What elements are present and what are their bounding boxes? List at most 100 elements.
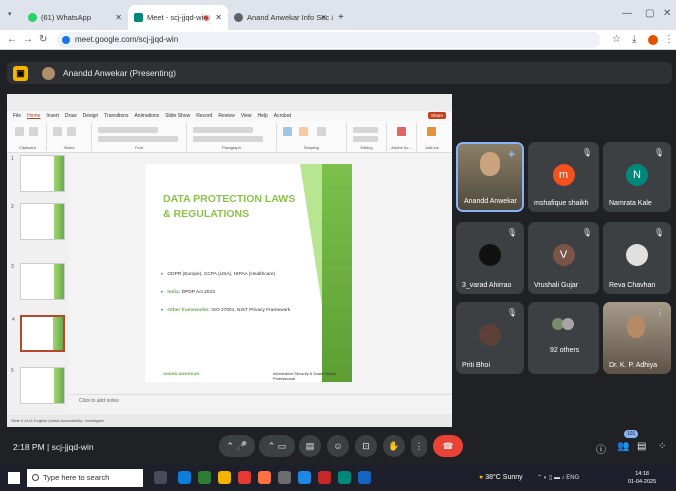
back-icon[interactable]: ← [7,34,17,46]
tab-anand[interactable]: Anand Anwekar Info Sec & Da ✕ [228,5,333,30]
slide-thumb-2[interactable]: 2 [11,203,65,240]
close-tab-icon[interactable]: ✕ [115,13,122,22]
word-icon[interactable] [358,471,371,484]
ribbon-group-drawing: Drawing [277,123,347,151]
menu-home[interactable]: Home [27,113,40,119]
taskbar-search[interactable]: Type here to search [27,469,143,487]
search-placeholder: Type here to search [43,473,110,482]
close-window-icon[interactable]: ✕ [663,8,671,20]
menu-file[interactable]: File [13,113,21,119]
tab-menu-icon[interactable]: ▾ [8,9,12,21]
weather-widget[interactable]: ● 38°C Sunny [479,474,523,481]
app-icon[interactable] [278,471,291,484]
tile-reva-chavhan[interactable]: 🎙 Reva Chavhan [603,222,671,294]
captions-button[interactable]: ▤ [299,435,321,457]
tile-varad-ahirrao[interactable]: 🎙 3_varad Ahirrao [456,222,524,294]
slide-footer-role: Information Security & Data Privacy Prof… [273,371,337,381]
avatar [626,244,648,266]
menu-design[interactable]: Design [83,113,99,119]
menu-transitions[interactable]: Transitions [104,113,128,119]
address-bar: ← → ↻ meet.google.com/scj-jjqd-win ☆ ⤓ ⋮ [0,30,676,50]
close-tab-icon[interactable]: ✕ [215,13,222,22]
slide-thumb-1[interactable]: 1 [11,155,65,192]
tab-label: Meet - scj-jjqd-win [147,13,208,22]
tab-whatsapp[interactable]: (61) WhatsApp ✕ [22,5,128,30]
profile-avatar[interactable] [648,35,658,45]
more-options-icon[interactable]: ⋮ [656,308,664,317]
menu-animations[interactable]: Animations [134,113,159,119]
present-button[interactable]: ⊡ [355,435,377,457]
camera-button[interactable]: ⌃ ▭ [259,435,295,457]
tab-meet[interactable]: Meet - scj-jjqd-win ◉ ✕ [128,5,228,30]
minimize-icon[interactable]: — [622,8,632,20]
site-info-icon[interactable] [62,36,70,44]
shared-screen[interactable]: File Home Insert Draw Design Transitions… [7,94,452,427]
slide-thumb-3[interactable]: 3 [11,263,65,300]
menu-slideshow[interactable]: Slide Show [165,113,190,119]
chat-icon[interactable]: ▤ [637,441,646,452]
new-tab-button[interactable]: + [336,5,350,30]
info-icon[interactable]: ⓘ [596,441,606,456]
system-tray[interactable]: ⌃ ◐ ▯ ▬ ♪ ENG [537,474,579,481]
taskbar-clock[interactable]: 14:18 01-04-2025 [628,470,656,486]
meet-icon [134,13,143,22]
notes-field[interactable]: Click to add notes [69,394,452,406]
forward-icon[interactable]: → [23,34,33,46]
powerpoint-icon[interactable] [318,471,331,484]
reload-icon[interactable]: ↻ [39,34,47,46]
tile-priti-bhoi[interactable]: 🎙 Priti Bhoi [456,302,524,374]
app-icon[interactable] [238,471,251,484]
language-indicator: ENG [566,475,580,481]
people-icon[interactable]: 👥 [617,441,629,452]
participant-face [627,316,645,338]
app-icon[interactable] [298,471,311,484]
slide-thumb-4[interactable]: 4 [12,315,65,352]
menu-view[interactable]: View [241,113,252,119]
menu-insert[interactable]: Insert [46,113,59,119]
recording-icon: ◉ [203,13,210,22]
mic-off-icon: 🎙 [506,308,517,317]
emoji-button[interactable]: ☺ [327,435,349,457]
tile-anandd-anwekar[interactable]: ✚ Anandd Anwekar [456,142,524,212]
slide-thumbnails: 1 2 3 4 5 [7,153,69,413]
activities-icon[interactable]: ⁘ [658,441,666,452]
meet-logo-icon: ▣ [13,66,28,81]
whatsapp-icon [28,13,37,22]
url-field[interactable]: meet.google.com/scj-jjqd-win [57,32,601,48]
clock-date: 01-04-2025 [628,479,657,485]
file-explorer-icon[interactable] [218,471,231,484]
raise-hand-button[interactable]: ✋ [383,435,405,457]
chrome-icon[interactable] [198,471,211,484]
close-tab-icon[interactable]: ✕ [320,13,327,22]
more-options-button[interactable]: ⋮ [411,435,427,457]
bookmark-icon[interactable]: ☆ [612,34,621,46]
sun-icon: ● [479,474,484,481]
leave-call-button[interactable]: ☎ [433,435,463,457]
slide-thumb-5[interactable]: 5 [11,367,65,404]
menu-record[interactable]: Record [196,113,212,119]
avatar [479,324,501,346]
menu-help[interactable]: Help [257,113,267,119]
new-tab-label: + [338,12,344,23]
share-button[interactable]: Share [427,112,446,119]
menu-acrobat[interactable]: Acrobat [274,113,291,119]
task-view-icon[interactable] [154,471,167,484]
menu-draw[interactable]: Draw [65,113,77,119]
meeting-code: scj-jjqd-win [51,442,94,452]
menu-icon[interactable]: ⋮ [664,34,674,46]
tile-namrata-kale[interactable]: N 🎙 Namrata Kale [603,142,671,212]
current-slide[interactable]: DATA PROTECTION LAWS & REGULATIONS ▸ GDPR … [145,164,352,382]
tile-name: 3_varad Ahirrao [462,282,512,289]
edge-icon[interactable] [178,471,191,484]
tile-vrushali-gujar[interactable]: V 🎙 Vrushali Gujar [528,222,599,294]
maximize-icon[interactable]: ▢ [645,8,654,20]
app-icon[interactable] [338,471,351,484]
tile-kp-adhiya[interactable]: ⋮ Dr. K. P. Adhiya [603,302,671,374]
tile-others[interactable]: 92 others [528,302,599,374]
tile-mshafique-shaikh[interactable]: m 🎙 mshafique shaikh [528,142,599,212]
mic-button[interactable]: ⌃ 🎤 [219,435,255,457]
windows-start-icon[interactable] [8,472,20,484]
menu-review[interactable]: Review [218,113,234,119]
app-icon[interactable] [258,471,271,484]
download-icon[interactable]: ⤓ [632,34,636,46]
